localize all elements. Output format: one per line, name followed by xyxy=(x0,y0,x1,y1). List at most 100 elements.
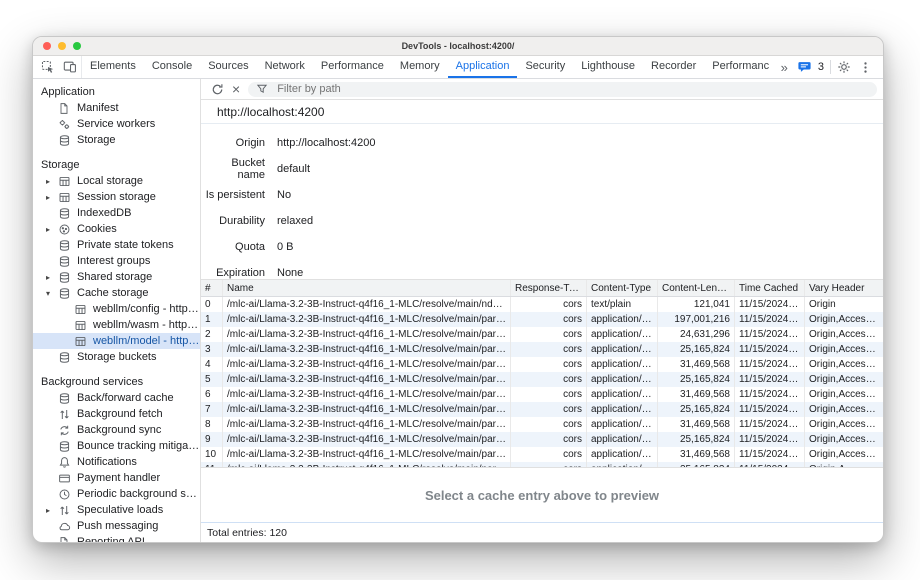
clear-icon[interactable]: × xyxy=(232,82,240,96)
sidebar-item-background-fetch[interactable]: Background fetch xyxy=(33,406,200,422)
table-row[interactable]: 0/mlc-ai/Llama-3.2-3B-Instruct-q4f16_1-M… xyxy=(201,297,883,312)
tab-memory[interactable]: Memory xyxy=(392,56,448,78)
sidebar-item-cache-storage[interactable]: ▾Cache storage xyxy=(33,285,200,301)
expander-arrow-icon[interactable]: ▾ xyxy=(46,289,58,298)
table-row[interactable]: 6/mlc-ai/Llama-3.2-3B-Instruct-q4f16_1-M… xyxy=(201,387,883,402)
tab-security[interactable]: Security xyxy=(517,56,573,78)
table-cell: 24,631,296 xyxy=(658,327,735,342)
tab-application[interactable]: Application xyxy=(448,56,518,78)
refresh-icon[interactable] xyxy=(211,83,224,96)
table-row[interactable]: 7/mlc-ai/Llama-3.2-3B-Instruct-q4f16_1-M… xyxy=(201,402,883,417)
table-cell: Origin xyxy=(805,297,883,312)
expander-arrow-icon[interactable]: ▸ xyxy=(46,273,58,282)
tab-console[interactable]: Console xyxy=(144,56,200,78)
expander-arrow-icon[interactable]: ▸ xyxy=(46,193,58,202)
expander-arrow-icon[interactable]: ▸ xyxy=(46,506,58,515)
table-row[interactable]: 1/mlc-ai/Llama-3.2-3B-Instruct-q4f16_1-M… xyxy=(201,312,883,327)
sidebar-item-interest-groups[interactable]: Interest groups xyxy=(33,253,200,269)
zoom-window-button[interactable] xyxy=(73,42,81,50)
minimize-window-button[interactable] xyxy=(58,42,66,50)
table-cell: 11/15/2024, 10... xyxy=(735,297,805,312)
tab-performance-insights[interactable]: Performance insights xyxy=(704,56,768,78)
table-cell: 11/15/2024, 10... xyxy=(735,327,805,342)
sidebar-item-label: webllm/model - http://loc... xyxy=(93,335,200,347)
table-cell: application/oc... xyxy=(587,432,658,447)
table-cell: 8 xyxy=(201,417,223,432)
inspect-element-icon[interactable] xyxy=(41,60,55,74)
sidebar-item-service-workers[interactable]: Service workers xyxy=(33,116,200,132)
sidebar-item-reporting-api[interactable]: Reporting API xyxy=(33,534,200,542)
column-header-vary-header[interactable]: Vary Header xyxy=(805,280,883,296)
table-row[interactable]: 5/mlc-ai/Llama-3.2-3B-Instruct-q4f16_1-M… xyxy=(201,372,883,387)
column-header-content-type[interactable]: Content-Type xyxy=(587,280,658,296)
table-row[interactable]: 2/mlc-ai/Llama-3.2-3B-Instruct-q4f16_1-M… xyxy=(201,327,883,342)
tab-elements[interactable]: Elements xyxy=(82,56,144,78)
sidebar-item-local-storage[interactable]: ▸Local storage xyxy=(33,173,200,189)
filter-field[interactable] xyxy=(248,82,877,97)
sidebar-item-indexeddb[interactable]: IndexedDB xyxy=(33,205,200,221)
table-cell: 121,041 xyxy=(658,297,735,312)
application-sidebar: ApplicationManifestService workersStorag… xyxy=(33,79,201,542)
sidebar-item-webllm-wasm-http-loca[interactable]: webllm/wasm - http://loca... xyxy=(33,317,200,333)
table-row[interactable]: 9/mlc-ai/Llama-3.2-3B-Instruct-q4f16_1-M… xyxy=(201,432,883,447)
sidebar-item-push-messaging[interactable]: Push messaging xyxy=(33,518,200,534)
tab-performance[interactable]: Performance xyxy=(313,56,392,78)
table-cell: cors xyxy=(511,447,587,462)
sidebar-item-speculative-loads[interactable]: ▸Speculative loads xyxy=(33,502,200,518)
sidebar-item-storage[interactable]: Storage xyxy=(33,132,200,148)
filter-by-path-input[interactable] xyxy=(277,83,869,95)
tab-lighthouse[interactable]: Lighthouse xyxy=(573,56,643,78)
sidebar-item-background-sync[interactable]: Background sync xyxy=(33,422,200,438)
table-row[interactable]: 4/mlc-ai/Llama-3.2-3B-Instruct-q4f16_1-M… xyxy=(201,357,883,372)
expander-arrow-icon[interactable]: ▸ xyxy=(46,225,58,234)
table-row[interactable]: 3/mlc-ai/Llama-3.2-3B-Instruct-q4f16_1-M… xyxy=(201,342,883,357)
sidebar-item-manifest[interactable]: Manifest xyxy=(33,100,200,116)
close-window-button[interactable] xyxy=(43,42,51,50)
sidebar-item-label: Push messaging xyxy=(77,520,158,532)
column-header--[interactable]: # xyxy=(201,280,223,296)
device-toolbar-icon[interactable] xyxy=(63,60,77,74)
column-header-response-type[interactable]: Response-Type xyxy=(511,280,587,296)
sidebar-item-webllm-model-http-loc[interactable]: webllm/model - http://loc... xyxy=(33,333,200,349)
table-cell: Origin,Access... xyxy=(805,312,883,327)
column-header-time-cached[interactable]: Time Cached xyxy=(735,280,805,296)
table-cell: 4 xyxy=(201,357,223,372)
table-icon xyxy=(74,319,90,332)
sidebar-item-label: IndexedDB xyxy=(77,207,131,219)
table-cell: 7 xyxy=(201,402,223,417)
sidebar-item-payment-handler[interactable]: Payment handler xyxy=(33,470,200,486)
tab-sources[interactable]: Sources xyxy=(200,56,256,78)
sidebar-item-webllm-config-http-loc[interactable]: webllm/config - http://loc... xyxy=(33,301,200,317)
database-icon xyxy=(58,351,74,364)
kebab-menu-icon[interactable] xyxy=(859,61,875,74)
traffic-lights xyxy=(43,37,81,55)
table-cell: application/oc... xyxy=(587,372,658,387)
column-header-name[interactable]: Name xyxy=(223,280,511,296)
sidebar-item-periodic-background-sync[interactable]: Periodic background sync xyxy=(33,486,200,502)
expander-arrow-icon[interactable]: ▸ xyxy=(46,177,58,186)
settings-gear-icon[interactable] xyxy=(837,60,853,74)
sidebar-item-session-storage[interactable]: ▸Session storage xyxy=(33,189,200,205)
sidebar-item-storage-buckets[interactable]: Storage buckets xyxy=(33,349,200,365)
issues-counter[interactable]: 3 xyxy=(798,61,824,73)
table-cell: 31,469,568 xyxy=(658,387,735,402)
table-row[interactable]: 10/mlc-ai/Llama-3.2-3B-Instruct-q4f16_1-… xyxy=(201,447,883,462)
sidebar-item-shared-storage[interactable]: ▸Shared storage xyxy=(33,269,200,285)
sidebar-item-bounce-tracking-mitigations[interactable]: Bounce tracking mitigations xyxy=(33,438,200,454)
table-row[interactable]: 8/mlc-ai/Llama-3.2-3B-Instruct-q4f16_1-M… xyxy=(201,417,883,432)
sidebar-item-cookies[interactable]: ▸Cookies xyxy=(33,221,200,237)
tab-network[interactable]: Network xyxy=(257,56,313,78)
sidebar-item-back-forward-cache[interactable]: Back/forward cache xyxy=(33,390,200,406)
sidebar-item-label: Periodic background sync xyxy=(77,488,200,500)
tab-recorder[interactable]: Recorder xyxy=(643,56,704,78)
table-cell: Origin,Access... xyxy=(805,402,883,417)
sidebar-item-private-state-tokens[interactable]: Private state tokens xyxy=(33,237,200,253)
more-tabs-button[interactable]: » xyxy=(777,60,792,75)
table-cell: /mlc-ai/Llama-3.2-3B-Instruct-q4f16_1-ML… xyxy=(223,297,511,312)
sidebar-item-notifications[interactable]: Notifications xyxy=(33,454,200,470)
sidebar-section-title: Application xyxy=(33,84,200,100)
table-cell: /mlc-ai/Llama-3.2-3B-Instruct-q4f16_1-ML… xyxy=(223,327,511,342)
preview-pane: Select a cache entry above to preview xyxy=(201,467,883,522)
column-header-content-length[interactable]: Content-Length xyxy=(658,280,735,296)
sidebar-section: ApplicationManifestService workersStorag… xyxy=(33,84,200,148)
